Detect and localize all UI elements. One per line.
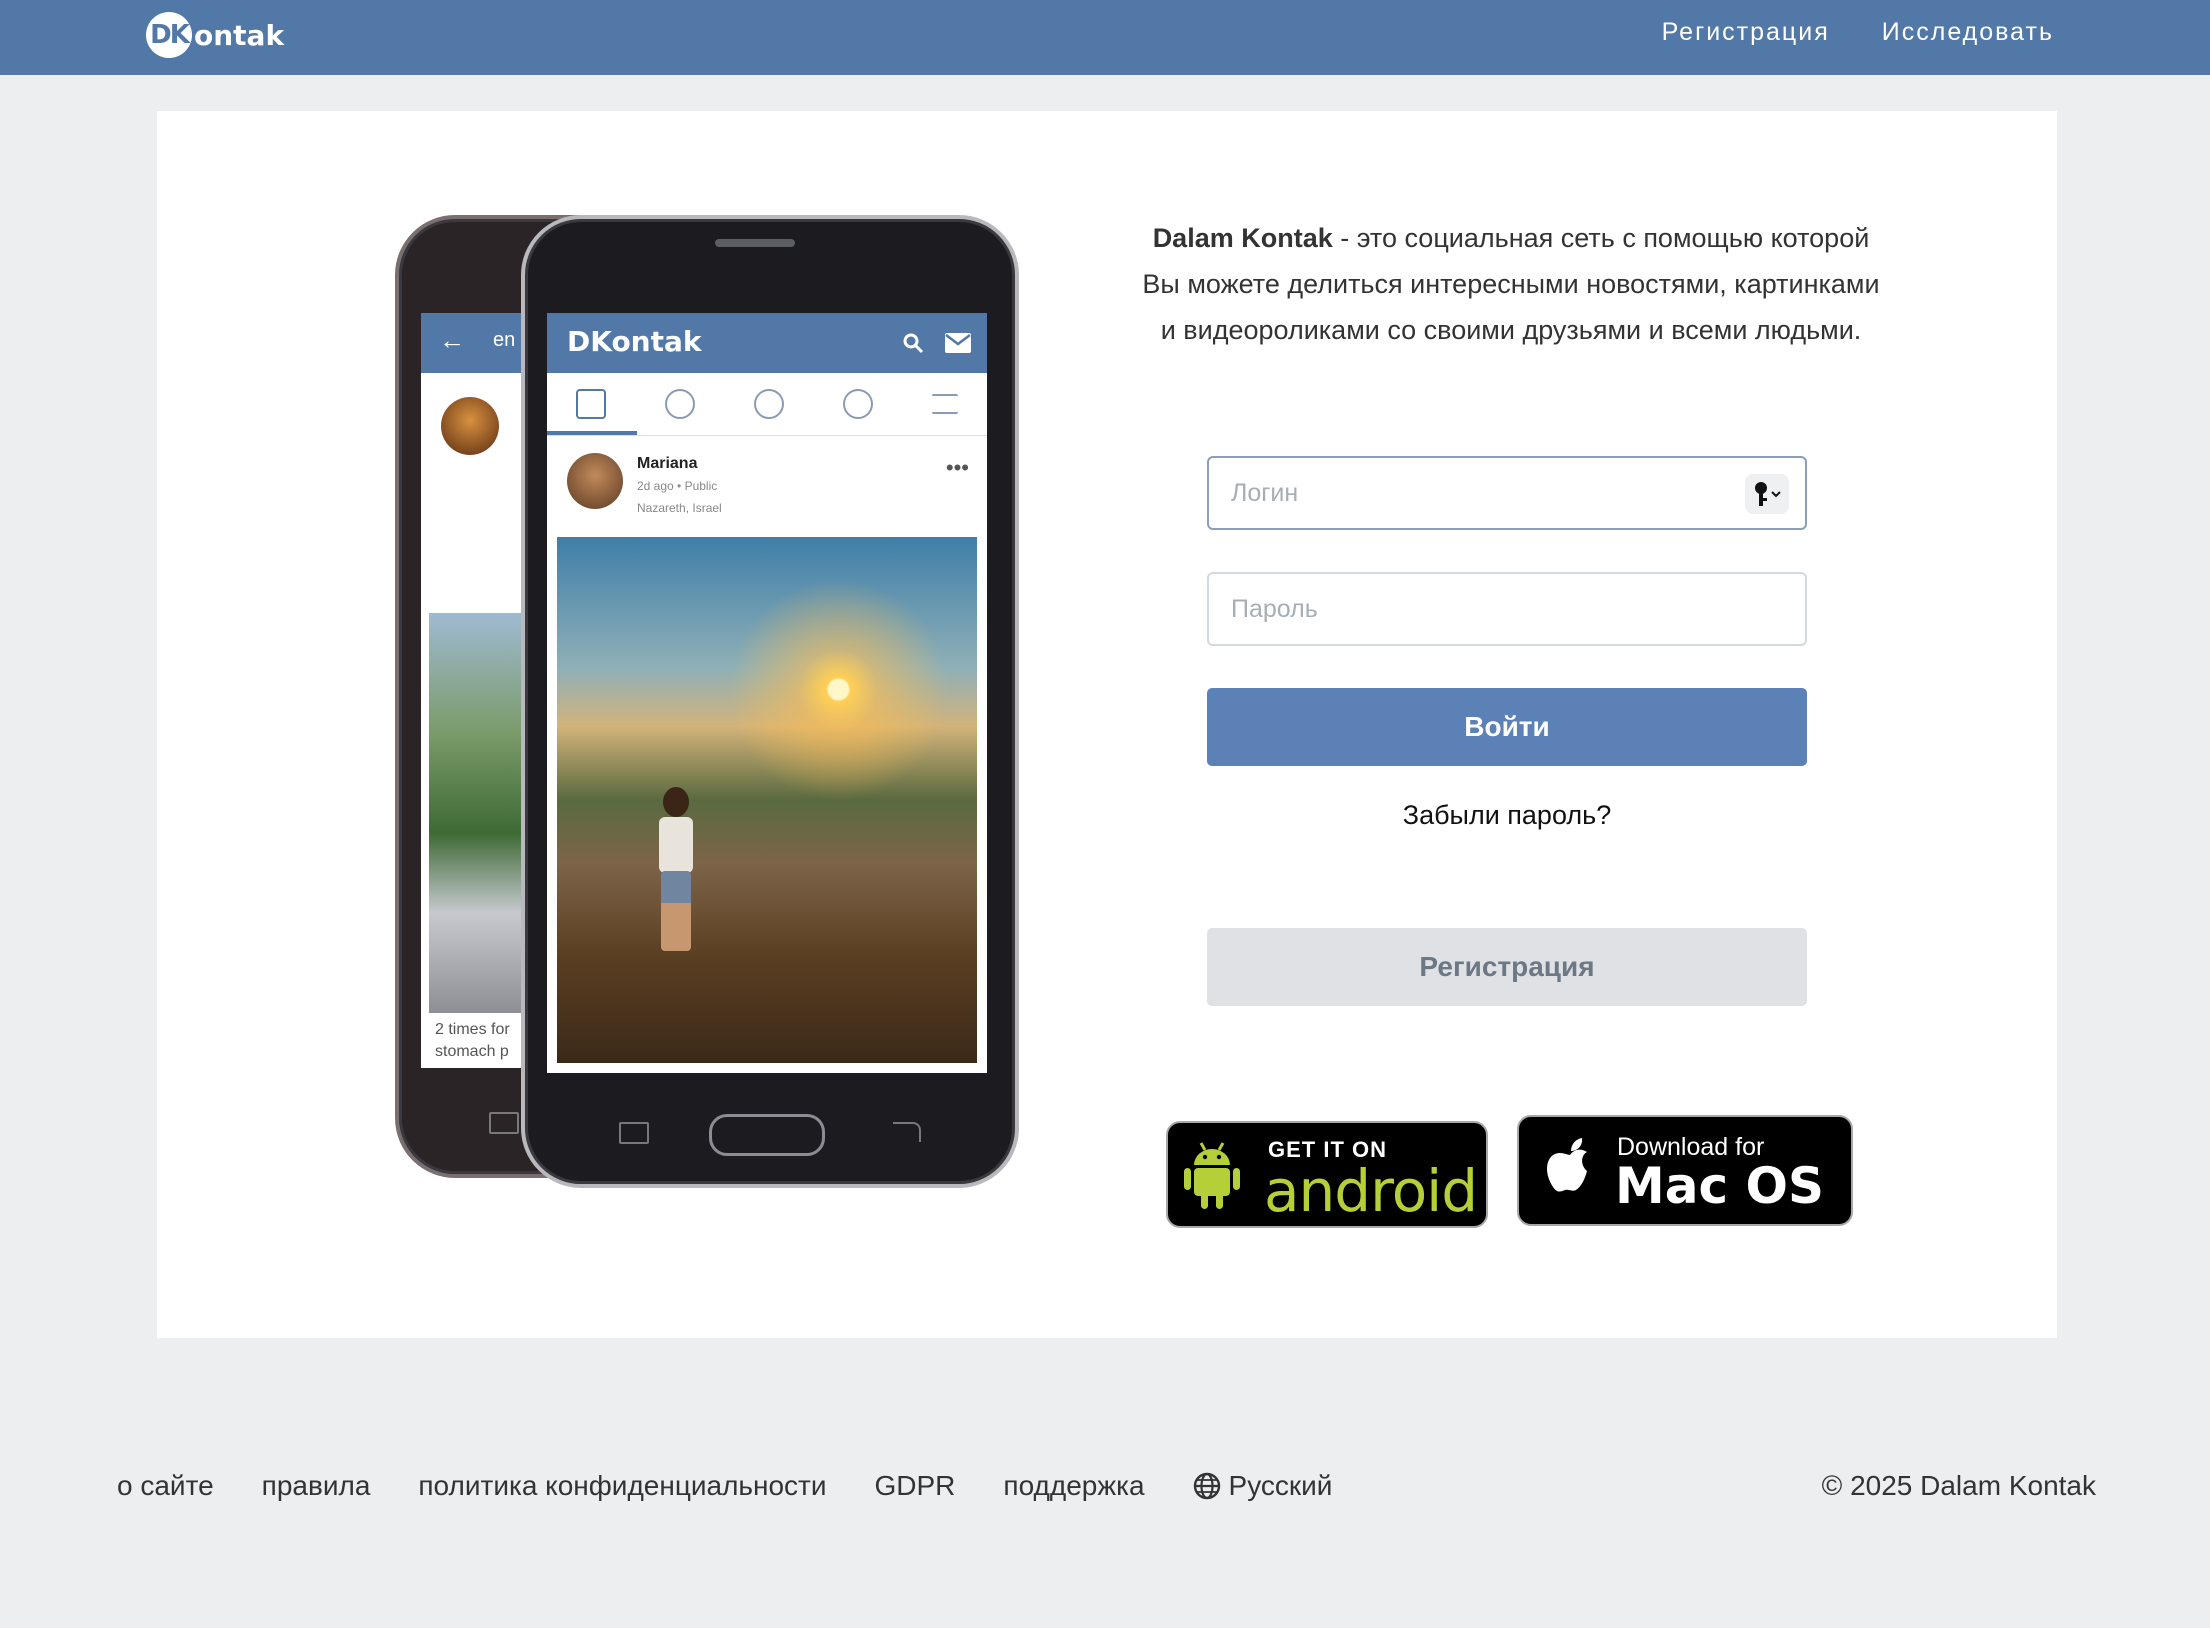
login-field (1207, 456, 1807, 530)
password-field (1207, 572, 1807, 646)
android-badge-big-text: android (1264, 1157, 1478, 1225)
main-card: ← en 2 times for stomach p DKontak Maria… (157, 111, 2057, 1338)
macos-download-badge[interactable]: Download for Mac OS (1517, 1115, 1853, 1226)
apple-icon (1547, 1138, 1587, 1192)
login-button[interactable]: Войти (1207, 688, 1807, 766)
logo-mark: DK (146, 12, 192, 58)
post-author: Mariana (637, 455, 698, 472)
site-logo[interactable]: DK ontak (146, 11, 284, 59)
register-button[interactable]: Регистрация (1207, 928, 1807, 1006)
front-phone-image: DKontak Mariana 2d ago • Public Nazareth… (521, 215, 1019, 1188)
app-title: DKontak (567, 325, 702, 358)
post-header: Mariana 2d ago • Public Nazareth, Israel… (557, 441, 977, 531)
copyright-text: © 2025 Dalam Kontak (1821, 1470, 2096, 1501)
footer-support-link[interactable]: поддержка (1003, 1466, 1144, 1506)
language-selector[interactable]: Русский (1193, 1466, 1333, 1506)
intro-description: Dalam Kontak - это социальная сеть с пом… (1141, 215, 1881, 353)
app-tab-row (547, 373, 987, 436)
more-icon: ••• (945, 455, 969, 480)
android-download-badge[interactable]: GET IT ON android (1166, 1121, 1488, 1228)
logo-text: ontak (194, 18, 285, 52)
nav-explore-link[interactable]: Исследовать (1882, 14, 2054, 50)
footer-gdpr-link[interactable]: GDPR (875, 1466, 956, 1506)
android-robot-icon (1184, 1142, 1240, 1209)
bell-icon (842, 389, 873, 419)
mail-icon (945, 333, 971, 353)
globe-icon (1193, 1472, 1220, 1500)
password-input[interactable] (1209, 574, 1805, 644)
back-post-avatar (441, 397, 499, 455)
friends-icon (665, 389, 696, 419)
post-location: Nazareth, Israel (637, 501, 722, 515)
footer-about-link[interactable]: о сайте (117, 1466, 214, 1506)
password-manager-button[interactable] (1745, 474, 1789, 514)
back-app-title: en (493, 329, 516, 351)
post-photo (557, 537, 977, 1063)
post-meta: 2d ago • Public (637, 479, 718, 493)
feed-icon (576, 389, 607, 419)
post-avatar (567, 453, 623, 509)
footer-rules-link[interactable]: правила (262, 1466, 371, 1506)
brand-name: Dalam Kontak (1152, 223, 1333, 253)
phones-illustration: ← en 2 times for stomach p DKontak Maria… (395, 215, 1035, 1188)
nav-register-link[interactable]: Регистрация (1662, 14, 1830, 50)
menu-icon (931, 394, 958, 414)
top-header-bar: DK ontak Регистрация Исследовать (0, 0, 2210, 75)
forgot-password-link[interactable]: Забыли пароль? (1207, 795, 1807, 835)
back-post-caption: 2 times for stomach p (435, 1021, 510, 1060)
footer-links: о сайте правила политика конфиденциально… (117, 1466, 1332, 1506)
header-nav: Регистрация Исследовать (1662, 14, 2054, 50)
language-label: Русский (1228, 1470, 1333, 1501)
login-input[interactable] (1209, 458, 1805, 528)
search-icon (903, 333, 924, 354)
mac-badge-big-text: Mac OS (1615, 1157, 1825, 1215)
profile-icon (753, 389, 784, 419)
footer-privacy-link[interactable]: политика конфиденциальности (418, 1466, 826, 1506)
phone-home-button (709, 1114, 825, 1156)
key-icon (1755, 482, 1781, 506)
